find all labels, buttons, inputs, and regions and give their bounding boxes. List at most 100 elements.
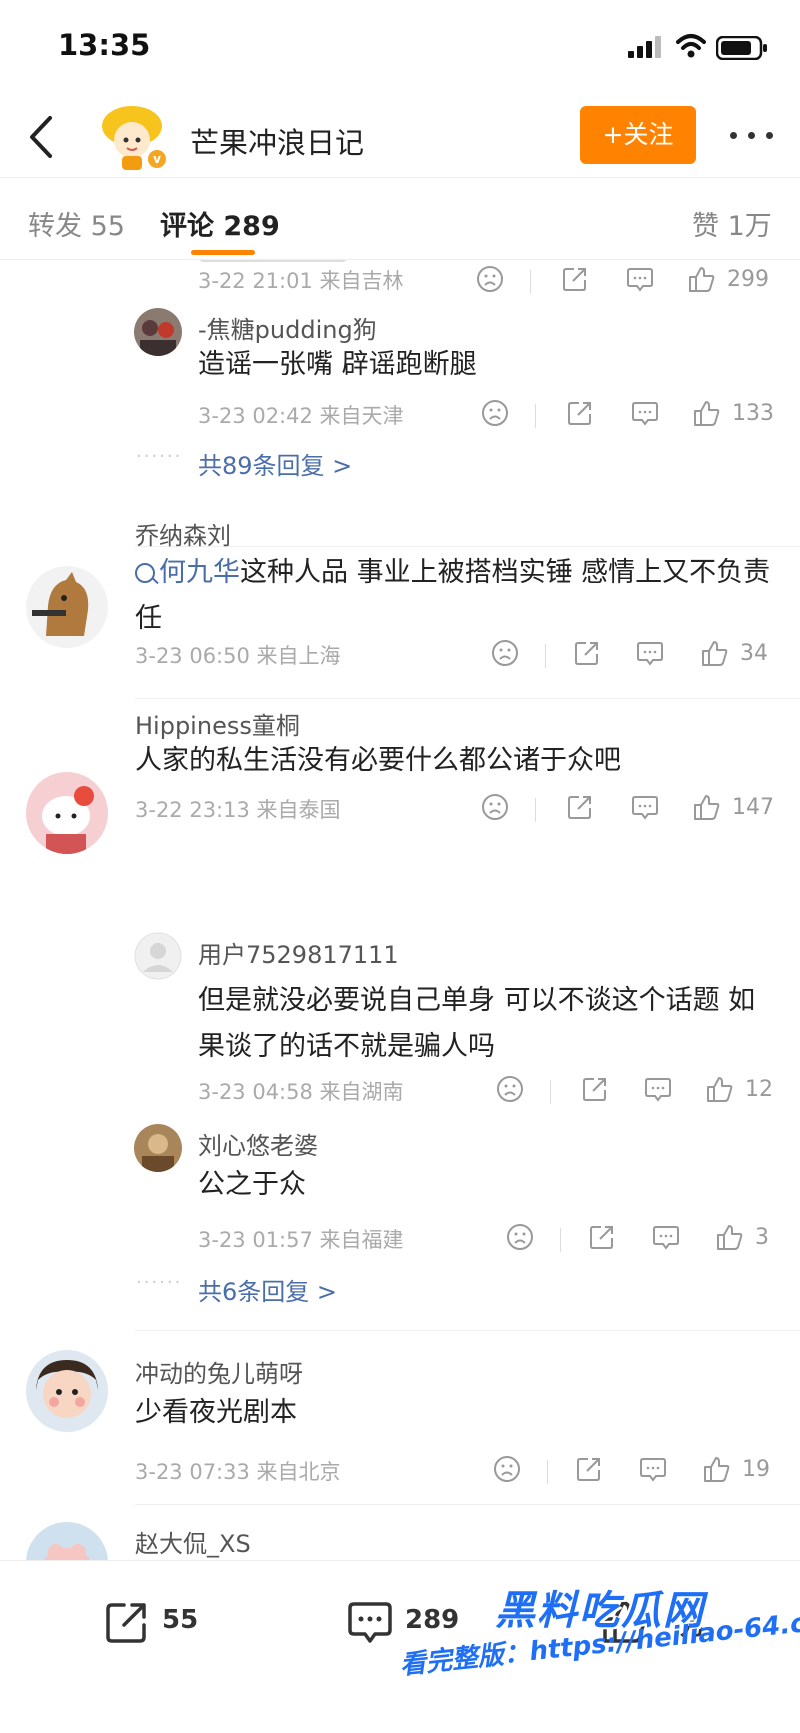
commenter-name[interactable]: 乔纳森刘 — [135, 516, 231, 551]
sad-face-icon[interactable] — [480, 398, 510, 428]
commenter-name[interactable]: 刘心悠老婆 — [198, 1126, 318, 1161]
comment-icon[interactable] — [630, 792, 660, 822]
divider — [135, 1330, 800, 1331]
share-icon[interactable] — [587, 1222, 617, 1252]
topic-tag[interactable]: 何九华 — [135, 557, 240, 588]
comment-icon — [348, 1602, 392, 1643]
comment-text: 但是就没必要说自己单身 可以不谈这个话题 如果谈了的话不就是骗人吗 — [198, 985, 756, 1062]
share-icon[interactable] — [565, 792, 595, 822]
commenter-name[interactable]: 冲动的兔儿萌呀 — [135, 1354, 303, 1389]
status-time: 13:35 — [58, 28, 151, 62]
reply-dots: ······ — [136, 1272, 183, 1293]
comment-icon[interactable] — [635, 638, 665, 668]
comment-text: 公之于众 — [198, 1169, 306, 1200]
comment-meta: 3-23 06:50 来自上海 — [135, 644, 341, 668]
follow-button[interactable]: +关注 — [580, 106, 696, 164]
comment-actions: 147 — [480, 792, 780, 826]
divider — [135, 546, 800, 547]
comment-icon[interactable] — [630, 398, 660, 428]
sad-face-icon[interactable] — [505, 1222, 535, 1252]
battery-icon — [716, 36, 767, 60]
sad-face-icon[interactable] — [492, 1454, 522, 1484]
comment-list[interactable]: 3-22 21:01 来自吉林 299 -焦糖pudding狗 造谣一张嘴 辟谣… — [0, 260, 800, 1560]
commenter-name[interactable]: 赵大侃_XS — [135, 1524, 251, 1559]
thumb-up-icon[interactable] — [700, 638, 730, 668]
comment-icon[interactable] — [625, 264, 655, 294]
status-bar: 13:35 — [0, 0, 800, 100]
comment-text: 何九华这种人品 事业上被搭档实锤 感情上又不负责任 — [135, 557, 771, 634]
comment-actions: 12 — [495, 1074, 795, 1108]
thumb-up-icon[interactable] — [692, 398, 722, 428]
thumb-up-icon[interactable] — [687, 264, 717, 294]
comment-icon[interactable] — [643, 1074, 673, 1104]
account-name[interactable]: 芒果冲浪日记 — [190, 120, 364, 162]
comment-meta: 3-22 23:13 来自泰国 — [135, 798, 341, 822]
comment-icon[interactable] — [638, 1454, 668, 1484]
repost-button[interactable]: 55 — [102, 1597, 222, 1647]
share-icon[interactable] — [565, 398, 595, 428]
thumb-up-icon[interactable] — [702, 1454, 732, 1484]
comment-text: 人家的私生活没有必要什么都公诸于众吧 — [135, 745, 621, 776]
search-icon — [135, 563, 155, 583]
thumb-up-icon[interactable] — [705, 1074, 735, 1104]
comment-actions: 133 — [480, 398, 780, 432]
avatar[interactable] — [26, 1522, 108, 1560]
comment-text: 少看夜光剧本 — [135, 1397, 297, 1428]
tab-likes[interactable]: 赞 1万 — [692, 204, 772, 243]
comment-meta: 3-23 01:57 来自福建 — [198, 1228, 404, 1252]
avatar[interactable] — [134, 932, 182, 980]
avatar[interactable] — [26, 566, 108, 648]
share-icon — [106, 1603, 146, 1643]
verified-badge: v — [146, 148, 168, 170]
comment-meta: 3-23 02:42 来自天津 — [198, 404, 404, 428]
tab-comments[interactable]: 评论 289 — [160, 204, 280, 243]
thumb-up-icon[interactable] — [715, 1222, 745, 1252]
divider — [135, 698, 800, 699]
avatar[interactable] — [134, 308, 182, 356]
avatar[interactable] — [26, 1350, 108, 1432]
more-replies-link[interactable]: 共6条回复 > — [198, 1272, 337, 1307]
comment-meta: 3-23 07:33 来自北京 — [135, 1460, 341, 1484]
sad-face-icon[interactable] — [490, 638, 520, 668]
share-icon[interactable] — [560, 264, 590, 294]
like-count: 19 — [742, 1457, 770, 1482]
post-header: v 芒果冲浪日记 +关注 — [0, 100, 800, 178]
comment-actions: 34 — [490, 638, 790, 672]
more-replies-link[interactable]: 共89条回复 > — [198, 446, 352, 481]
sad-face-icon[interactable] — [480, 792, 510, 822]
thumb-up-icon[interactable] — [692, 792, 722, 822]
comment-meta: 3-22 21:01 来自吉林 — [198, 269, 404, 293]
reply-dots: ······ — [136, 446, 183, 467]
wifi-icon — [676, 34, 706, 58]
avatar[interactable] — [134, 1124, 182, 1172]
avatar[interactable] — [26, 772, 108, 854]
like-count: 147 — [732, 795, 774, 820]
divider — [135, 1504, 800, 1505]
comment-actions: 299 — [475, 264, 775, 298]
tab-repost[interactable]: 转发 55 — [28, 204, 125, 243]
more-dots-icon[interactable] — [728, 120, 776, 150]
like-count: 299 — [727, 267, 769, 292]
commenter-name[interactable]: Hippiness童桐 — [135, 706, 300, 741]
share-icon[interactable] — [572, 638, 602, 668]
repost-count: 55 — [162, 1605, 199, 1635]
comment-text: 造谣一张嘴 辟谣跑断腿 — [198, 349, 477, 380]
like-count: 12 — [745, 1077, 773, 1102]
comment-actions: 19 — [492, 1454, 792, 1488]
comment-actions: 3 — [505, 1222, 795, 1256]
sad-face-icon[interactable] — [475, 264, 505, 294]
cellular-signal-icon — [628, 36, 661, 58]
post-tabs: 转发 55 评论 289 赞 1万 — [0, 178, 800, 260]
comment-meta: 3-23 04:58 来自湖南 — [198, 1080, 404, 1104]
back-chevron-icon[interactable] — [22, 114, 62, 160]
like-count: 3 — [755, 1225, 769, 1250]
like-count: 133 — [732, 401, 774, 426]
share-icon[interactable] — [574, 1454, 604, 1484]
commenter-name[interactable]: 用户7529817111 — [198, 935, 399, 970]
like-count: 34 — [740, 641, 768, 666]
commenter-name[interactable]: -焦糖pudding狗 — [198, 310, 377, 345]
comment-icon[interactable] — [651, 1222, 681, 1252]
sad-face-icon[interactable] — [495, 1074, 525, 1104]
comment-count: 289 — [405, 1605, 460, 1635]
share-icon[interactable] — [580, 1074, 610, 1104]
